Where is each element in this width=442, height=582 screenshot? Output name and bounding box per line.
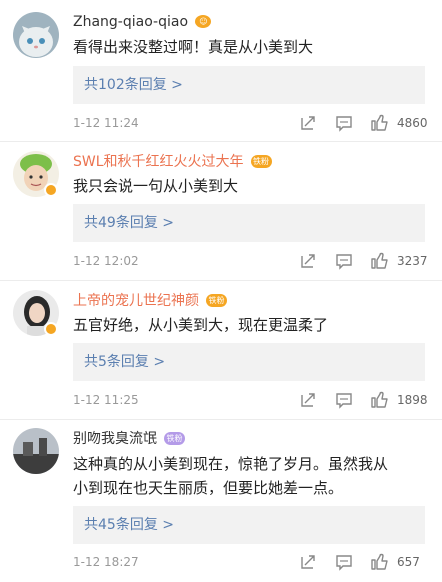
share-icon[interactable]	[299, 252, 317, 276]
comment-text: 这种真的从小美到现在，惊艳了岁月。虽然我从 小到现在也天生丽质，但要比她差一点。	[73, 452, 423, 500]
username-text[interactable]: Zhang-qiao-qiao	[73, 14, 188, 30]
comment-text-line: 看得出来没整过啊！真是从小美到大	[73, 38, 314, 56]
comment-icon[interactable]	[335, 553, 353, 577]
comment-meta: 1-12 18:27 657	[73, 552, 425, 572]
comment-text: 五官好绝，从小美到大，现在更温柔了	[73, 313, 423, 337]
username[interactable]: SWL和秋千红红火火过大年 铁粉	[73, 153, 272, 171]
comment-text-line: 这种真的从小美到现在，惊艳了岁月。虽然我从	[73, 455, 389, 473]
emoji-badge-icon: ☺	[195, 15, 212, 28]
comment-meta: 1-12 11:24 4860	[73, 113, 428, 133]
comment-text-line: 小到现在也天生丽质，但要比她差一点。	[73, 479, 344, 497]
like-count: 657	[397, 555, 420, 569]
comment-text-line: 我只会说一句从小美到大	[73, 177, 239, 195]
comment-text: 我只会说一句从小美到大	[73, 174, 423, 198]
username-text[interactable]: SWL和秋千红红火火过大年	[73, 154, 244, 170]
share-icon[interactable]	[299, 553, 317, 577]
username-text[interactable]: 别吻我臭流氓	[73, 431, 157, 447]
comment-text: 看得出来没整过啊！真是从小美到大	[73, 35, 423, 59]
verified-badge-icon	[44, 322, 58, 336]
username[interactable]: 别吻我臭流氓 铁粉	[73, 430, 186, 448]
username[interactable]: 上帝的宠儿世纪神颜 铁粉	[73, 292, 228, 310]
timestamp: 1-12 12:02	[73, 254, 139, 268]
fan-tag: 铁粉	[164, 432, 186, 445]
timestamp: 1-12 18:27	[73, 555, 139, 569]
like-count: 1898	[397, 393, 428, 407]
reply-count-button[interactable]: 共102条回复 >	[73, 66, 425, 104]
timestamp: 1-12 11:25	[73, 393, 139, 407]
username[interactable]: Zhang-qiao-qiao ☺	[73, 13, 212, 31]
timestamp: 1-12 11:24	[73, 116, 139, 130]
comment-icon[interactable]	[335, 114, 353, 138]
comment-meta: 1-12 12:02 3237	[73, 251, 428, 271]
comment-meta: 1-12 11:25 1898	[73, 390, 428, 410]
like-icon[interactable]	[370, 113, 390, 138]
share-icon[interactable]	[299, 391, 317, 415]
fan-tag: 铁粉	[250, 155, 272, 168]
like-icon[interactable]	[370, 251, 390, 276]
share-icon[interactable]	[299, 114, 317, 138]
reply-count-button[interactable]: 共5条回复 >	[73, 343, 425, 381]
fan-tag: 铁粉	[206, 294, 228, 307]
reply-count-label[interactable]: 共45条回复 >	[84, 517, 174, 533]
like-count: 4860	[397, 116, 428, 130]
reply-count-label[interactable]: 共5条回复 >	[84, 354, 165, 370]
divider	[0, 419, 442, 420]
reply-count-label[interactable]: 共102条回复 >	[84, 77, 183, 93]
avatar[interactable]	[13, 428, 59, 474]
like-icon[interactable]	[370, 390, 390, 415]
verified-badge-icon	[44, 183, 58, 197]
reply-count-button[interactable]: 共49条回复 >	[73, 204, 425, 242]
like-icon[interactable]	[370, 552, 390, 577]
comment-icon[interactable]	[335, 391, 353, 415]
reply-count-label[interactable]: 共49条回复 >	[84, 215, 174, 231]
reply-count-button[interactable]: 共45条回复 >	[73, 506, 425, 544]
comment-text-line: 五官好绝，从小美到大，现在更温柔了	[73, 316, 329, 334]
comment-icon[interactable]	[335, 252, 353, 276]
username-text[interactable]: 上帝的宠儿世纪神颜	[73, 293, 199, 309]
like-count: 3237	[397, 254, 428, 268]
divider	[0, 141, 442, 142]
divider	[0, 280, 442, 281]
avatar[interactable]	[13, 12, 59, 58]
